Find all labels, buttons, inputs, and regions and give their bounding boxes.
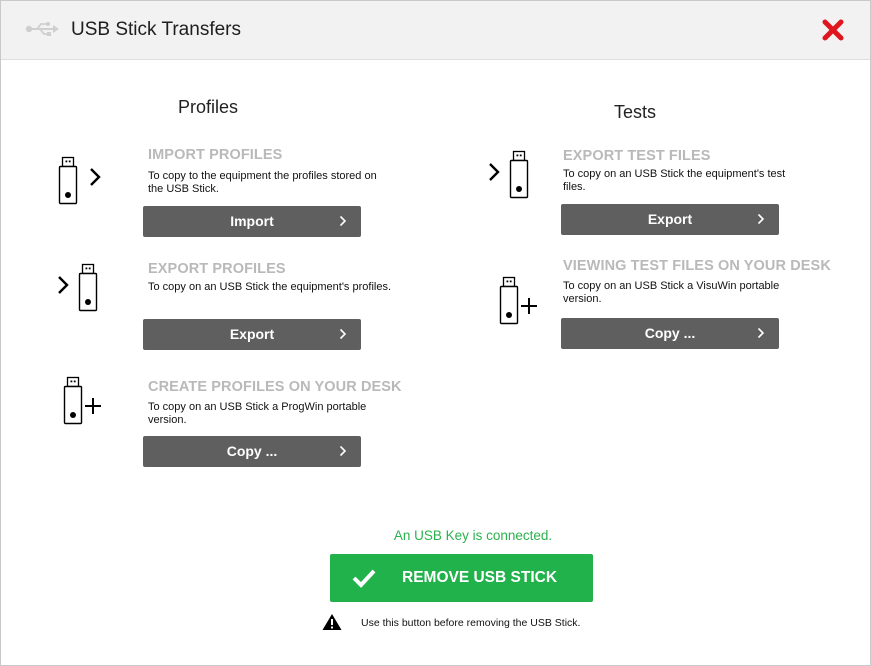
close-x-icon[interactable] <box>820 17 846 43</box>
remove-usb-stick-label: REMOVE USB STICK <box>402 569 558 586</box>
export-profiles-button[interactable]: Export <box>143 319 361 350</box>
usb-add-icon <box>63 376 101 425</box>
title-bar: USB Stick Transfers <box>1 1 870 60</box>
import-profiles-title: IMPORT PROFILES <box>148 147 283 163</box>
tests-heading: Tests <box>614 102 657 122</box>
copy-progwin-button-label: Copy ... <box>226 443 278 459</box>
export-profiles-desc-line1: To copy on an USB Stick the equipment's … <box>148 281 392 293</box>
viewing-test-files-desc-line2: version. <box>563 293 602 305</box>
chevron-right-icon <box>757 213 765 225</box>
create-profiles-desc-line1: To copy on an USB Stick a ProgWin portab… <box>148 401 367 413</box>
viewing-test-files-title: VIEWING TEST FILES ON YOUR DESK <box>563 258 831 274</box>
usb-export-icon <box>58 263 98 312</box>
chevron-right-icon <box>339 215 347 227</box>
chevron-right-icon <box>757 327 765 339</box>
import-profiles-desc-line1: To copy to the equipment the profiles st… <box>148 170 377 182</box>
window-title: USB Stick Transfers <box>71 19 241 40</box>
profiles-heading: Profiles <box>178 97 239 117</box>
import-profiles-desc-line2: the USB Stick. <box>148 183 219 195</box>
warning-text: Use this button before removing the USB … <box>361 617 581 629</box>
warning-icon <box>322 614 342 630</box>
viewing-test-files-desc-line1: To copy on an USB Stick a VisuWin portab… <box>563 280 780 292</box>
export-test-files-title: EXPORT TEST FILES <box>563 148 711 164</box>
checkmark-icon <box>352 569 376 588</box>
usb-status-text: An USB Key is connected. <box>393 528 553 543</box>
export-test-files-desc-line2: files. <box>563 181 586 193</box>
copy-visuwin-button[interactable]: Copy ... <box>561 318 779 349</box>
create-profiles-title: CREATE PROFILES ON YOUR DESK <box>148 379 402 395</box>
export-test-files-desc-line1: To copy on an USB Stick the equipment's … <box>563 168 786 180</box>
copy-visuwin-button-label: Copy ... <box>644 325 696 341</box>
remove-usb-stick-button[interactable]: REMOVE USB STICK <box>330 554 593 602</box>
usb-export-icon <box>489 150 529 199</box>
usb-symbol-icon <box>25 22 59 36</box>
export-test-files-button[interactable]: Export <box>561 204 779 235</box>
chevron-right-icon <box>339 445 347 457</box>
import-profiles-button[interactable]: Import <box>143 206 361 237</box>
export-test-files-button-label: Export <box>647 211 693 227</box>
usb-import-icon <box>58 156 101 205</box>
usb-transfer-dialog: USB Stick Transfers Profiles Tests IMPOR… <box>0 0 871 666</box>
export-profiles-title: EXPORT PROFILES <box>148 261 286 277</box>
import-profiles-button-label: Import <box>230 213 274 229</box>
create-profiles-desc-line2: version. <box>148 414 187 426</box>
copy-progwin-button[interactable]: Copy ... <box>143 436 361 467</box>
chevron-right-icon <box>339 328 347 340</box>
export-profiles-button-label: Export <box>229 326 275 342</box>
usb-add-icon <box>499 276 537 325</box>
